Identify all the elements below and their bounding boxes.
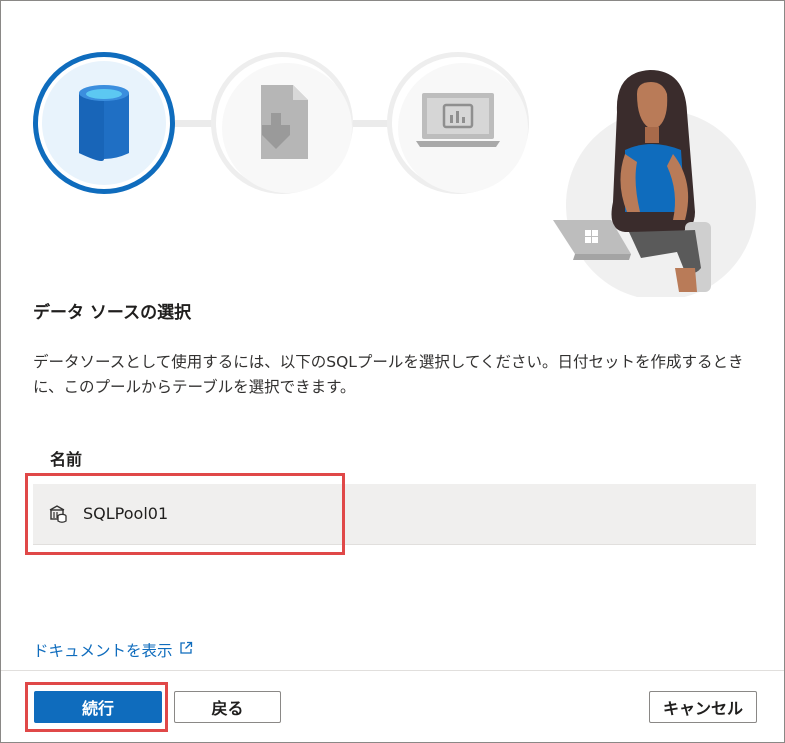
step-select-data-source [33, 52, 175, 194]
description-text: データソースとして使用するには、以下のSQLプールを選択してください。日付セット… [33, 353, 744, 396]
footer-divider [1, 670, 784, 671]
sql-pool-icon [48, 504, 68, 528]
external-link-icon [179, 641, 193, 659]
column-header-name[interactable]: 名前 [50, 446, 82, 470]
step-report [387, 52, 529, 194]
person-with-laptop-illustration [553, 70, 756, 297]
step-import [211, 52, 353, 194]
cancel-button[interactable]: キャンセル [649, 691, 757, 723]
back-button[interactable]: 戻る [174, 691, 281, 723]
step-connector [175, 120, 215, 127]
document-download-icon [261, 85, 308, 159]
laptop-chart-icon [416, 93, 500, 147]
doc-link-label: ドキュメントを表示 [33, 642, 173, 660]
continue-button[interactable]: 続行 [34, 691, 162, 723]
table-row-sqlpool01[interactable]: SQLPool01 [33, 484, 756, 545]
view-documentation-link[interactable]: ドキュメントを表示 [33, 639, 193, 661]
database-icon [79, 85, 129, 161]
step-connector [353, 120, 391, 127]
row-label: SQLPool01 [83, 504, 169, 523]
page-title: データ ソースの選択 [33, 303, 192, 323]
